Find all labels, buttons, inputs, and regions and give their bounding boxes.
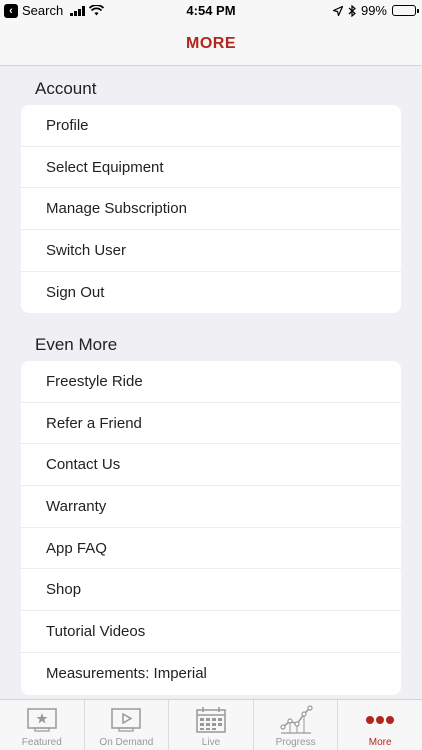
calendar-icon — [196, 707, 226, 733]
menu-item-label: Tutorial Videos — [46, 622, 146, 640]
location-icon — [332, 5, 343, 16]
menu-item-tutorial-videos[interactable]: Tutorial Videos — [21, 611, 401, 653]
menu-item-label: Shop — [46, 581, 82, 599]
menu-item-label: Measurements: Imperial — [46, 665, 207, 683]
on-demand-icon — [111, 708, 142, 732]
menu-item-measurements[interactable]: Measurements: Imperial — [21, 653, 401, 695]
menu-item-label: Manage Subscription — [46, 200, 187, 218]
menu-item-label: Switch User — [46, 241, 127, 259]
tab-more[interactable]: More — [338, 700, 422, 750]
tab-label: Progress — [275, 737, 316, 748]
menu-item-label: Contact Us — [46, 456, 121, 474]
menu-item-manage-subscription[interactable]: Manage Subscription — [21, 188, 401, 231]
tab-label: More — [368, 737, 392, 748]
menu-item-sign-out[interactable]: Sign Out — [21, 272, 401, 314]
account-card: Profile Select Equipment Manage Subscrip… — [21, 105, 401, 314]
battery-percent: 99% — [360, 3, 387, 18]
battery-icon — [392, 5, 419, 16]
featured-icon — [27, 708, 57, 732]
page-title: MORE — [186, 34, 236, 52]
nav-bar: MORE — [0, 22, 422, 66]
tab-progress[interactable]: Progress — [254, 700, 338, 750]
even-more-card: Freestyle Ride Refer a Friend Contact Us… — [21, 361, 401, 695]
tab-live[interactable]: Live — [169, 700, 253, 750]
menu-item-select-equipment[interactable]: Select Equipment — [21, 147, 401, 189]
menu-item-label: Warranty — [46, 497, 107, 515]
menu-item-label: Select Equipment — [46, 158, 164, 176]
tab-label: Featured — [21, 737, 62, 748]
menu-item-switch-user[interactable]: Switch User — [21, 230, 401, 272]
status-bar: ‹ Search 4:54 PM 99% — [0, 0, 422, 22]
menu-item-label: Sign Out — [46, 284, 105, 302]
tab-label: Live — [201, 737, 221, 748]
more-dots-icon — [366, 716, 395, 724]
menu-item-label: Refer a Friend — [46, 414, 142, 432]
menu-item-freestyle-ride[interactable]: Freestyle Ride — [21, 361, 401, 403]
menu-item-profile[interactable]: Profile — [21, 105, 401, 147]
bluetooth-icon — [348, 4, 356, 17]
menu-item-label: App FAQ — [46, 539, 107, 557]
menu-item-label: Profile — [46, 116, 89, 134]
menu-item-contact-us[interactable]: Contact Us — [21, 444, 401, 487]
section-header-even-more: Even More — [35, 335, 118, 354]
menu-item-app-faq[interactable]: App FAQ — [21, 528, 401, 570]
section-header-account: Account — [35, 79, 97, 98]
menu-item-warranty[interactable]: Warranty — [21, 486, 401, 528]
menu-item-refer-a-friend[interactable]: Refer a Friend — [21, 403, 401, 445]
tab-on-demand[interactable]: On Demand — [85, 700, 169, 750]
tab-bar: Featured On Demand Live Progress More — [0, 699, 422, 750]
menu-item-label: Freestyle Ride — [46, 372, 143, 390]
tab-label: On Demand — [99, 737, 154, 748]
tab-featured[interactable]: Featured — [0, 700, 84, 750]
progress-chart-icon — [279, 705, 313, 734]
menu-item-shop[interactable]: Shop — [21, 569, 401, 612]
